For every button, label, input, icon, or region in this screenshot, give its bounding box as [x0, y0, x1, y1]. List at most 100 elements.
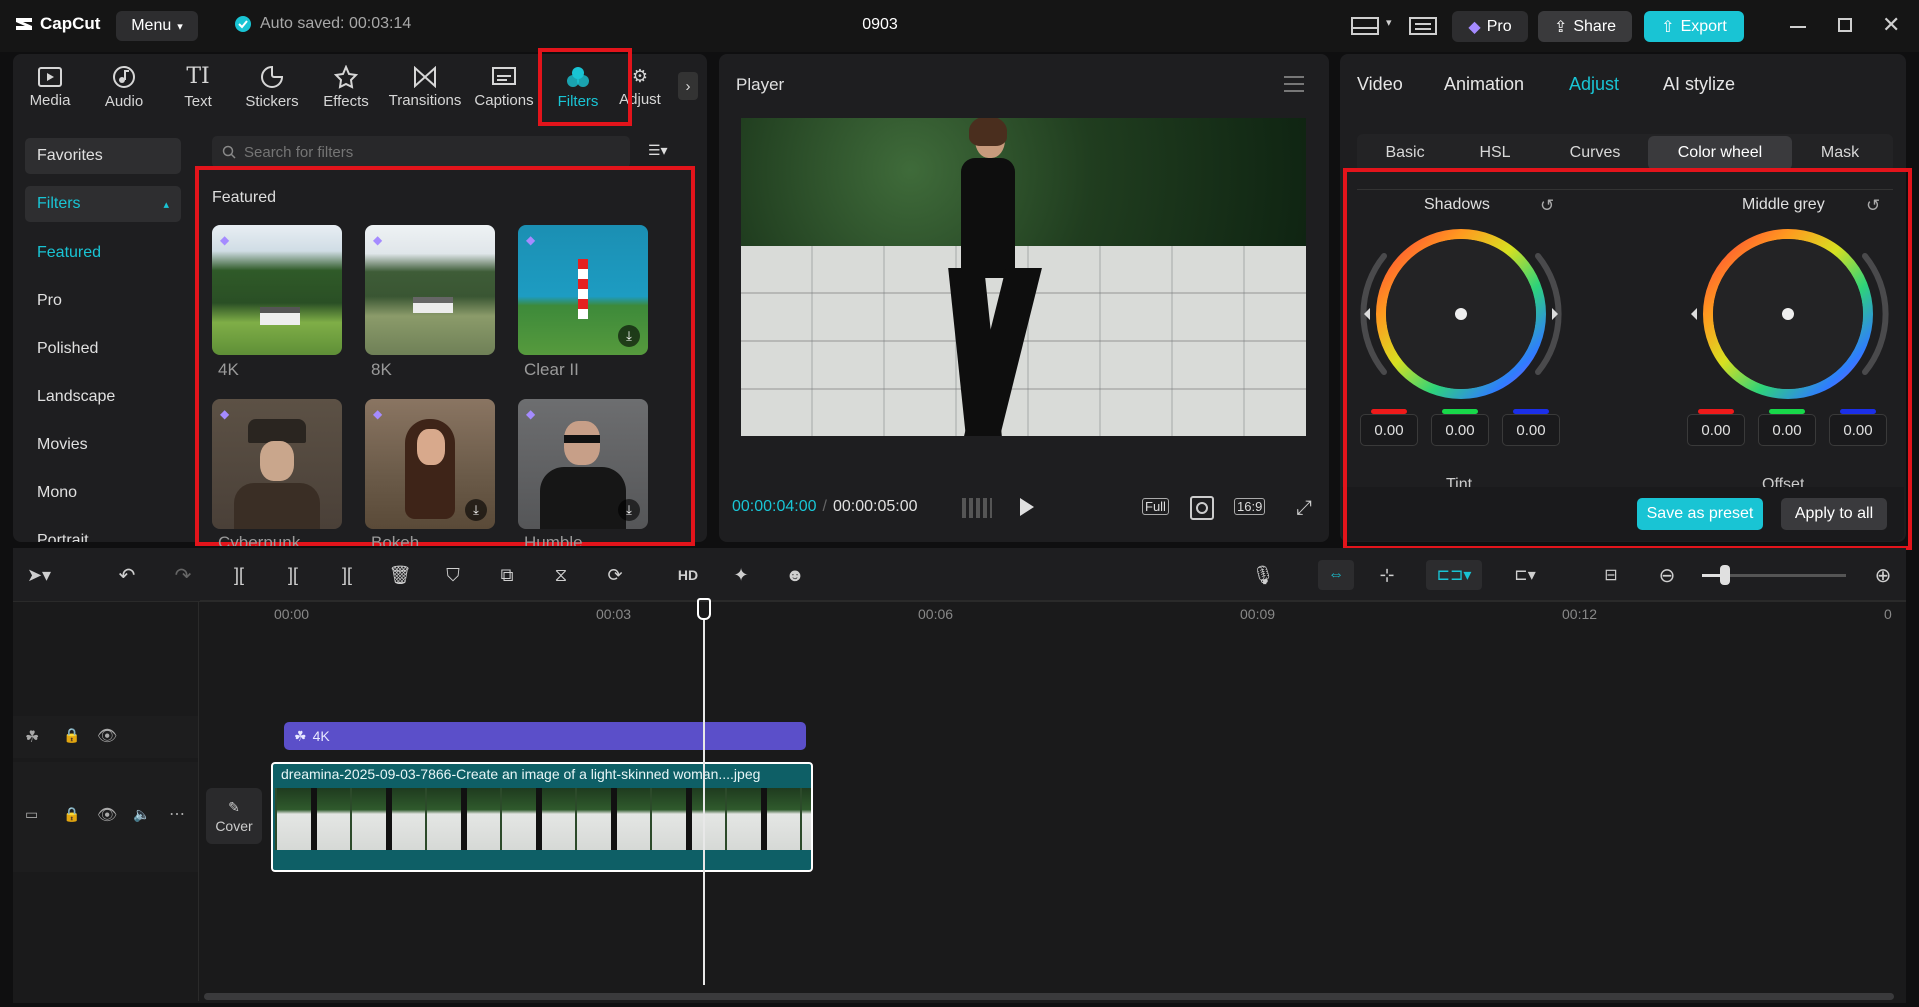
audio-icon — [113, 65, 135, 88]
download-icon[interactable]: ⤓ — [465, 499, 487, 521]
rotate-icon[interactable]: ⟳ — [600, 562, 630, 588]
filter-thumb-cyberpunk[interactable]: ◆ — [212, 399, 342, 529]
scroll-right-icon[interactable]: › — [678, 72, 698, 100]
main-track-magnet-icon[interactable]: ⇔ — [1318, 560, 1354, 590]
delete-right-icon[interactable]: ][ — [332, 562, 362, 588]
time-display: 00:00:04:00 / 00:00:05:00 — [732, 498, 918, 515]
sidebar-item-landscape[interactable]: Landscape — [25, 379, 181, 415]
timeline-scrollbar[interactable] — [204, 993, 1894, 1000]
lock-icon[interactable]: 🔒 — [63, 806, 80, 823]
playhead-handle[interactable] — [697, 598, 711, 620]
filter-sort-icon[interactable]: ☰▾ — [648, 142, 668, 159]
mark-icon[interactable]: ⛉ — [438, 562, 468, 588]
layout-icon[interactable] — [1350, 14, 1380, 38]
auto-snap-icon[interactable]: ⊹ — [1372, 562, 1402, 588]
full-button[interactable]: Full — [1142, 498, 1169, 515]
cover-button[interactable]: ✎ Cover — [206, 788, 262, 844]
sidebar-item-featured[interactable]: Featured — [25, 235, 181, 271]
sidebar-filters[interactable]: Filters ▴ — [25, 186, 181, 222]
export-button[interactable]: ⇧ Export — [1644, 11, 1744, 42]
zoom-out-icon[interactable]: ⊖ — [1652, 562, 1682, 588]
aspect-ratio-button[interactable]: 16:9 — [1234, 498, 1266, 515]
download-icon[interactable]: ⤓ — [618, 499, 640, 521]
subtab-curves[interactable]: Curves — [1548, 136, 1642, 170]
sidebar-item-movies[interactable]: Movies — [25, 427, 181, 463]
more-icon[interactable]: ⋯ — [169, 804, 185, 824]
split-icon[interactable]: ][ — [224, 562, 254, 588]
pro-button[interactable]: ◆ Pro — [1452, 11, 1528, 42]
preview-axis-icon[interactable]: ⊏▾ — [1500, 562, 1550, 588]
trash-icon[interactable]: 🗑 — [385, 562, 415, 588]
sidebar-favorites[interactable]: Favorites — [25, 138, 181, 174]
zoom-in-icon[interactable]: ⊕ — [1868, 562, 1898, 588]
magic-wand-icon[interactable]: ✦ — [726, 562, 756, 588]
filter-thumb-8k[interactable]: ◆ — [365, 225, 495, 355]
filters-track-icon: ☘ — [25, 729, 40, 746]
undo-icon[interactable]: ↶ — [112, 562, 142, 588]
crop-icon[interactable]: ⧉ — [492, 562, 522, 588]
play-icon[interactable] — [1020, 498, 1034, 516]
delete-left-icon[interactable]: ][ — [278, 562, 308, 588]
filter-thumb-4k[interactable]: ◆ — [212, 225, 342, 355]
download-icon[interactable]: ⤓ — [618, 325, 640, 347]
microphone-icon[interactable]: 🎙 — [1248, 562, 1278, 588]
timeline-grid-icon[interactable] — [962, 498, 992, 518]
audio-mute-icon[interactable]: 🔈 — [133, 806, 150, 823]
tool-text[interactable]: TI Text — [161, 56, 235, 118]
maximize-icon[interactable] — [1838, 18, 1852, 32]
filter-track-header: ☘ 🔒 👁 — [13, 716, 198, 758]
tool-audio[interactable]: Audio — [87, 56, 161, 118]
shortcuts-icon[interactable] — [1408, 14, 1438, 38]
tool-media[interactable]: Media — [13, 56, 87, 118]
linkage-icon[interactable]: ⊏⊐▾ — [1426, 560, 1482, 590]
redo-icon[interactable]: ↷ — [168, 562, 198, 588]
tab-adjust[interactable]: Adjust — [1569, 74, 1619, 95]
tab-ai-stylize[interactable]: AI stylize — [1663, 74, 1735, 95]
select-tool-icon[interactable]: ➤▾ — [24, 562, 54, 588]
subtab-hsl[interactable]: HSL — [1452, 136, 1538, 170]
subtab-mask[interactable]: Mask — [1800, 136, 1880, 170]
mirror-icon[interactable]: ⧖ — [546, 562, 576, 588]
project-title[interactable]: 0903 — [840, 16, 920, 34]
eye-icon[interactable]: 👁 — [97, 805, 117, 825]
layout-chevron-icon[interactable]: ▾ — [1386, 16, 1392, 29]
tool-stickers[interactable]: Stickers — [235, 56, 309, 118]
fit-timeline-icon[interactable]: ⊟ — [1596, 562, 1626, 588]
filter-clip[interactable]: ☘ 4K — [284, 722, 806, 750]
tool-transitions[interactable]: Transitions — [383, 56, 467, 118]
search-field[interactable] — [244, 143, 604, 161]
tab-video[interactable]: Video — [1357, 74, 1403, 95]
ai-person-icon[interactable]: ☻ — [780, 562, 810, 588]
subtab-color-wheel[interactable]: Color wheel — [1648, 136, 1792, 170]
tool-effects[interactable]: Effects — [309, 56, 383, 118]
fullscreen-icon[interactable]: ⤢ — [1296, 497, 1312, 520]
filter-thumb-clear[interactable]: ◆ ⤓ — [518, 225, 648, 355]
video-preview[interactable] — [741, 118, 1306, 436]
media-icon — [38, 66, 62, 87]
zoom-fit-icon[interactable] — [1190, 496, 1214, 520]
player-menu-icon[interactable] — [1284, 76, 1304, 92]
zoom-slider-handle[interactable] — [1720, 565, 1730, 585]
subtab-basic[interactable]: Basic — [1362, 136, 1448, 170]
filter-thumb-humble[interactable]: ◆ ⤓ — [518, 399, 648, 529]
sidebar-item-mono[interactable]: Mono — [25, 475, 181, 511]
sidebar-item-polished[interactable]: Polished — [25, 331, 181, 367]
sidebar-label: Favorites — [37, 147, 103, 164]
hd-icon[interactable]: HD — [673, 562, 703, 588]
filter-clip-label: 4K — [312, 728, 330, 744]
tool-captions[interactable]: Captions — [467, 56, 541, 118]
minimize-icon[interactable] — [1790, 26, 1806, 28]
tab-animation[interactable]: Animation — [1444, 74, 1524, 95]
close-icon[interactable]: ✕ — [1882, 12, 1900, 38]
sidebar-item-pro[interactable]: Pro — [25, 283, 181, 319]
video-clip[interactable]: dreamina-2025-09-03-7866-Create an image… — [271, 762, 813, 872]
menu-button[interactable]: Menu ▾ — [116, 11, 198, 41]
lock-icon[interactable]: 🔒 — [63, 727, 80, 744]
filter-thumb-bokeh[interactable]: ◆ ⤓ — [365, 399, 495, 529]
track-header-divider — [198, 602, 199, 1001]
sidebar-item-portrait[interactable]: Portrait — [25, 523, 181, 542]
share-button[interactable]: ⇪ Share — [1538, 11, 1632, 42]
search-input[interactable] — [212, 136, 630, 168]
export-icon: ⇧ — [1661, 18, 1675, 36]
eye-icon[interactable]: 👁 — [97, 726, 117, 746]
